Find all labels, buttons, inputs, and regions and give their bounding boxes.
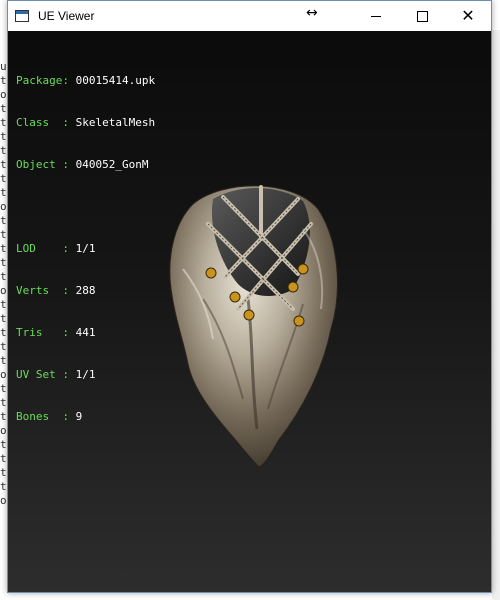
stat-row-verts: Verts : 288 — [16, 284, 96, 297]
title-bar[interactable]: UE Viewer ↔ ✕ — [8, 1, 491, 31]
resize-arrows-icon: ↔ — [306, 5, 318, 21]
app-window-icon — [15, 10, 29, 22]
stat-row-tris: Tris : 441 — [16, 326, 96, 339]
3d-viewport[interactable]: Package: 00015414.upk Class : SkeletalMe… — [8, 31, 491, 592]
background-window-edge — [492, 30, 500, 600]
info-row-object: Object : 040052_GonM — [16, 158, 149, 171]
stat-row-bones: Bones : 9 — [16, 410, 83, 423]
close-button[interactable]: ✕ — [445, 1, 491, 31]
maximize-button[interactable] — [399, 1, 445, 31]
maximize-icon — [416, 10, 428, 22]
mesh-info-overlay: Package: 00015414.upk Class : SkeletalMe… — [16, 46, 155, 452]
minimize-button[interactable] — [353, 1, 399, 31]
stat-row-lod: LOD : 1/1 — [16, 242, 96, 255]
close-icon: ✕ — [461, 6, 475, 25]
window-title: UE Viewer — [38, 9, 95, 23]
skeletal-mesh-helmet[interactable] — [153, 179, 343, 469]
info-row-package: Package: 00015414.upk — [16, 74, 156, 87]
ue-viewer-window[interactable]: UE Viewer ↔ ✕ Package: 00015414.upk Clas… — [7, 0, 492, 593]
stat-row-uvset: UV Set : 1/1 — [16, 368, 96, 381]
minimize-icon — [371, 15, 381, 17]
info-row-class: Class : SkeletalMesh — [16, 116, 156, 129]
